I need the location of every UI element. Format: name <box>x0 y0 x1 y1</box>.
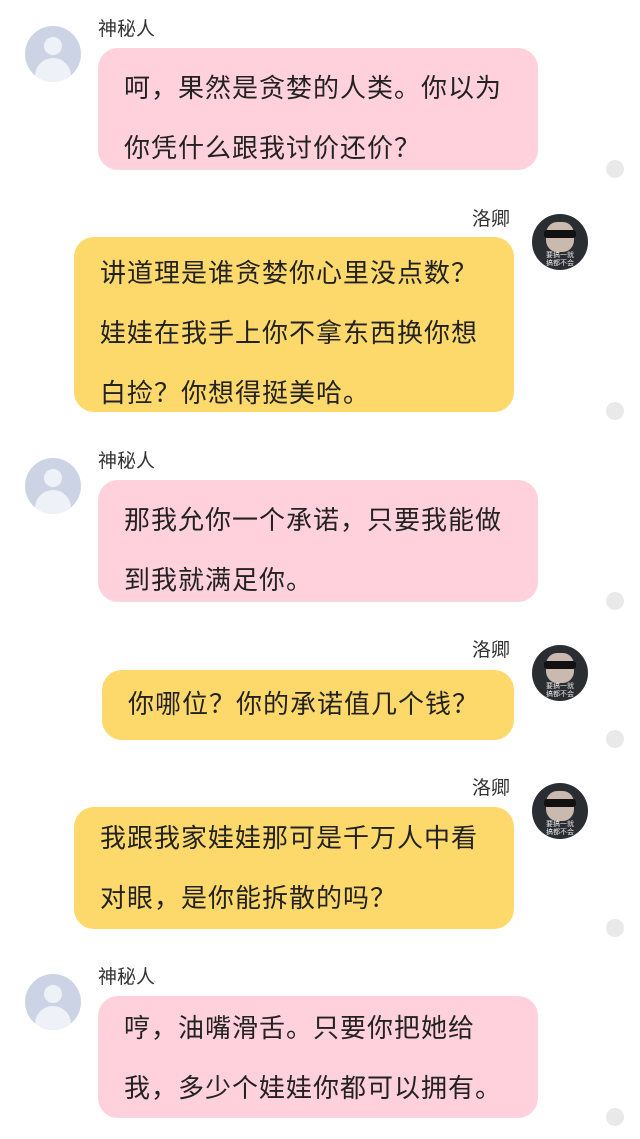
sender-avatar[interactable]: 要搞一就 搞都不会 <box>532 645 588 701</box>
status-indicator-icon <box>606 592 624 610</box>
avatar-caption: 要搞一就 搞都不会 <box>546 682 574 698</box>
message-bubble[interactable]: 哼，油嘴滑舌。只要你把她给 我，多少个娃娃你都可以拥有。 <box>98 996 538 1118</box>
message-line: 讲道理是谁贪婪你心里没点数？ <box>100 259 479 289</box>
status-indicator-icon <box>606 730 624 748</box>
person-icon-body <box>35 58 71 82</box>
avatar-caption: 要搞一就 搞都不会 <box>546 251 574 267</box>
message-line: 到我就满足你。 <box>124 566 314 596</box>
message-line: 娃娃在我手上你不拿东西换你想 <box>100 319 479 349</box>
sender-name: 洛卿 <box>472 639 511 661</box>
sunglasses-icon <box>544 661 576 669</box>
sender-avatar[interactable] <box>25 26 81 82</box>
message-line: 那我允你一个承诺，只要我能做 <box>124 506 503 536</box>
sunglasses-icon <box>544 230 576 238</box>
status-indicator-icon <box>606 402 624 420</box>
avatar-caption: 要搞一就 搞都不会 <box>546 820 574 836</box>
status-indicator-icon <box>606 160 624 178</box>
person-icon-head <box>44 37 62 55</box>
sender-name: 神秘人 <box>98 18 156 40</box>
sender-avatar[interactable] <box>25 458 81 514</box>
status-indicator-icon <box>606 919 624 937</box>
person-icon-body <box>35 1006 71 1030</box>
sender-avatar[interactable]: 要搞一就 搞都不会 <box>532 214 588 270</box>
person-icon-head <box>44 985 62 1003</box>
sender-name: 洛卿 <box>472 208 511 230</box>
sender-name: 神秘人 <box>98 966 156 988</box>
sender-avatar[interactable] <box>25 974 81 1030</box>
message-line: 你凭什么跟我讨价还价？ <box>124 134 422 164</box>
message-bubble[interactable]: 你哪位？你的承诺值几个钱？ <box>102 670 514 740</box>
message-line: 我跟我家娃娃那可是千万人中看 <box>100 824 479 854</box>
message-bubble[interactable]: 讲道理是谁贪婪你心里没点数？ 娃娃在我手上你不拿东西换你想 白捡？你想得挺美哈。 <box>74 237 514 412</box>
message-line: 对眼，是你能拆散的吗？ <box>100 884 398 914</box>
chat-thread: 神秘人 呵，果然是贪婪的人类。你以为 你凭什么跟我讨价还价？ 洛卿 要搞一就 搞… <box>0 0 640 1139</box>
message-line: 呵，果然是贪婪的人类。你以为 <box>124 74 503 104</box>
message-bubble[interactable]: 我跟我家娃娃那可是千万人中看 对眼，是你能拆散的吗？ <box>74 807 514 929</box>
message-line: 白捡？你想得挺美哈。 <box>100 379 371 409</box>
message-bubble[interactable]: 那我允你一个承诺，只要我能做 到我就满足你。 <box>98 480 538 602</box>
message-line: 哼，油嘴滑舌。只要你把她给 <box>124 1014 476 1044</box>
sunglasses-icon <box>544 799 576 807</box>
sender-name: 神秘人 <box>98 450 156 472</box>
message-line: 我，多少个娃娃你都可以拥有。 <box>124 1074 503 1104</box>
person-icon-body <box>35 490 71 514</box>
sender-avatar[interactable]: 要搞一就 搞都不会 <box>532 783 588 839</box>
sender-name: 洛卿 <box>472 777 511 799</box>
message-line: 你哪位？你的承诺值几个钱？ <box>128 690 480 720</box>
status-indicator-icon <box>606 1108 624 1126</box>
message-bubble[interactable]: 呵，果然是贪婪的人类。你以为 你凭什么跟我讨价还价？ <box>98 48 538 170</box>
person-icon-head <box>44 469 62 487</box>
